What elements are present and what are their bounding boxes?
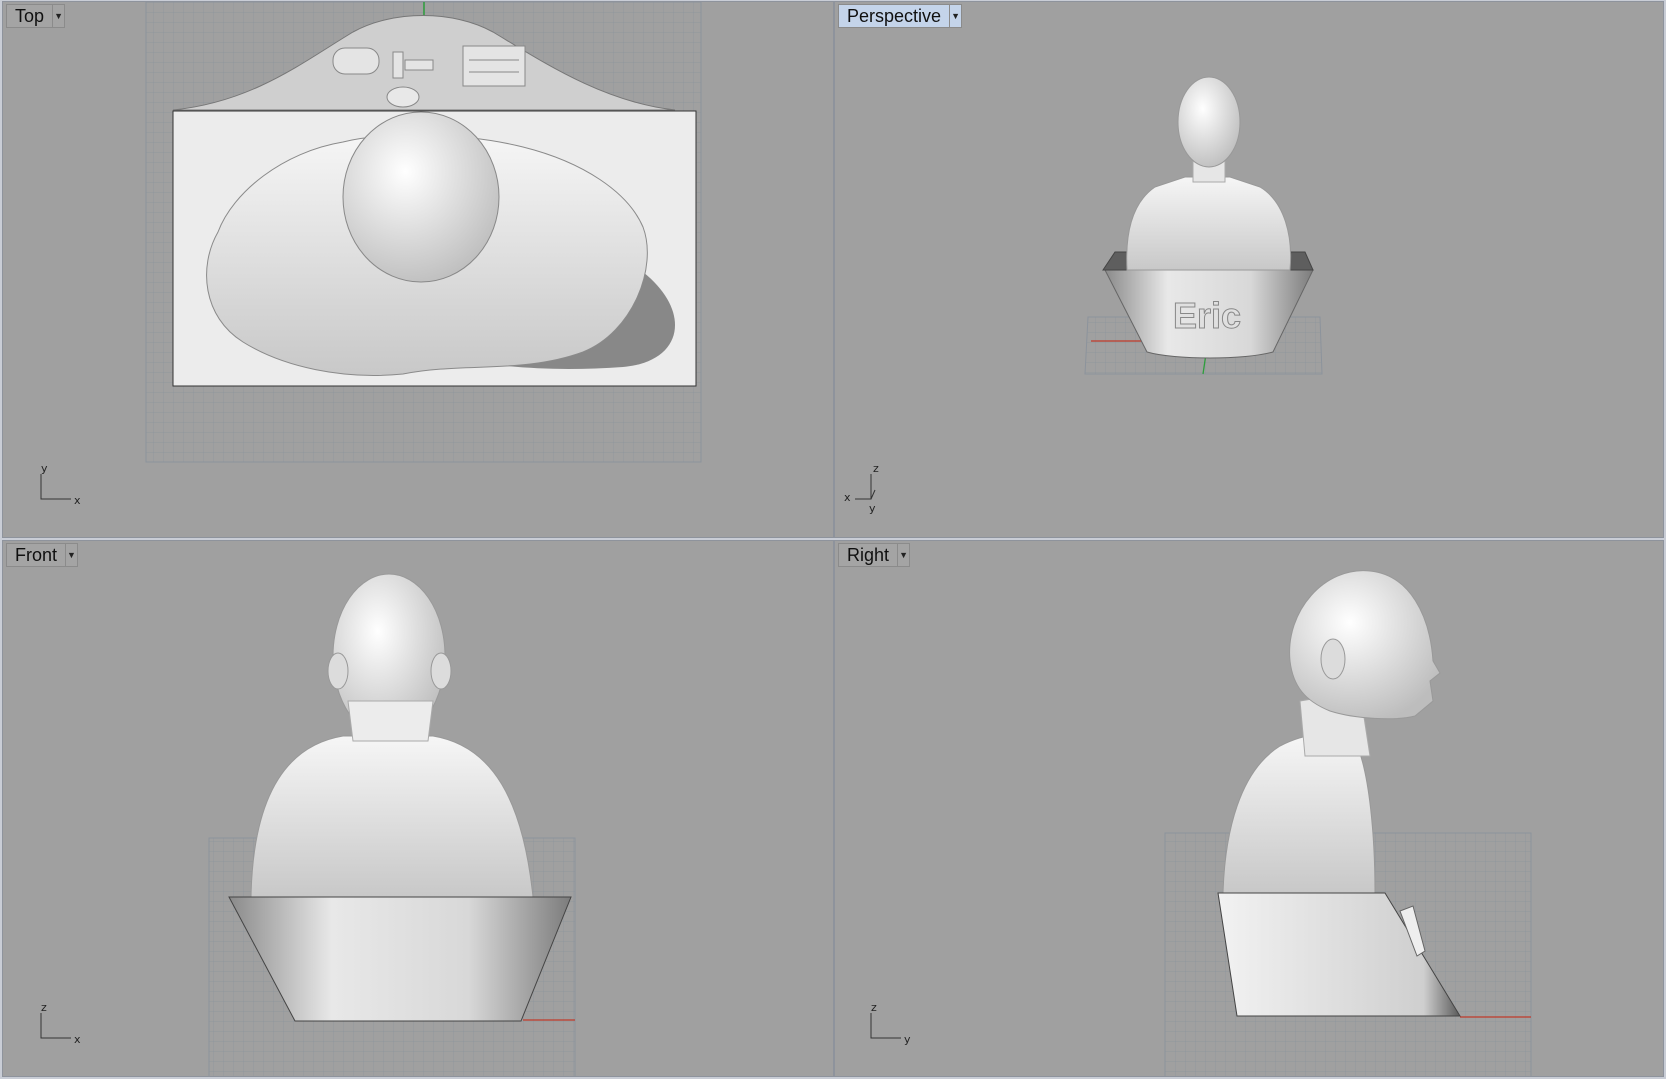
svg-text:y: y xyxy=(41,462,48,475)
bust-torso-side xyxy=(1222,733,1376,894)
svg-text:z: z xyxy=(873,462,879,475)
svg-text:z: z xyxy=(871,1001,877,1014)
viewport-top[interactable]: Top ▼ y x xyxy=(2,1,834,538)
top-view-scene: y x xyxy=(40,2,702,507)
bust-head-side xyxy=(1289,570,1441,720)
bust-neck-back xyxy=(347,700,434,742)
bust-head xyxy=(1177,76,1241,168)
bust-nose-top xyxy=(386,86,420,108)
chevron-down-icon[interactable]: ▼ xyxy=(949,5,961,27)
viewport-label-text: Perspective xyxy=(847,6,942,26)
viewport-title-right[interactable]: Right ▼ xyxy=(838,543,911,567)
bust-torso-back xyxy=(250,735,534,898)
svg-text:x: x xyxy=(844,491,851,504)
chevron-down-icon[interactable]: ▼ xyxy=(65,544,77,566)
bust-head-top xyxy=(342,111,500,283)
viewport-title-front[interactable]: Front ▼ xyxy=(6,543,79,567)
viewport-title-top[interactable]: Top ▼ xyxy=(6,4,66,28)
perspective-view-scene: Eric z x y xyxy=(844,76,1323,515)
svg-text:x: x xyxy=(74,494,81,507)
bust-ear-side xyxy=(1320,638,1346,680)
viewport-right[interactable]: Right ▼ z y xyxy=(834,540,1664,1077)
chevron-down-icon[interactable]: ▼ xyxy=(897,544,909,566)
svg-text:z: z xyxy=(41,1001,47,1014)
viewport-label-text: Front xyxy=(15,545,58,565)
bust-torso xyxy=(1126,176,1292,271)
axis-indicator: z x xyxy=(40,1001,81,1046)
chevron-down-icon[interactable]: ▼ xyxy=(52,5,64,27)
svg-text:y: y xyxy=(869,502,876,515)
base-engraving: Eric xyxy=(1173,295,1241,336)
front-view-scene: z x xyxy=(40,573,576,1076)
axis-indicator: z y xyxy=(870,1001,911,1046)
viewport-title-perspective[interactable]: Perspective ▼ xyxy=(838,4,963,28)
right-view-scene: z y xyxy=(870,570,1532,1076)
axis-indicator: z x y xyxy=(844,462,879,515)
svg-text:x: x xyxy=(74,1033,81,1046)
bust-ear-left xyxy=(327,652,349,690)
axis-indicator: y x xyxy=(40,462,81,507)
viewport-front[interactable]: Front ▼ z x xyxy=(2,540,834,1077)
svg-text:y: y xyxy=(904,1033,911,1046)
viewport-label-text: Right xyxy=(847,545,890,565)
viewport-label-text: Top xyxy=(15,6,45,26)
viewport-perspective[interactable]: Perspective ▼ Eric z x y xyxy=(834,1,1664,538)
bust-ear-right xyxy=(430,652,452,690)
